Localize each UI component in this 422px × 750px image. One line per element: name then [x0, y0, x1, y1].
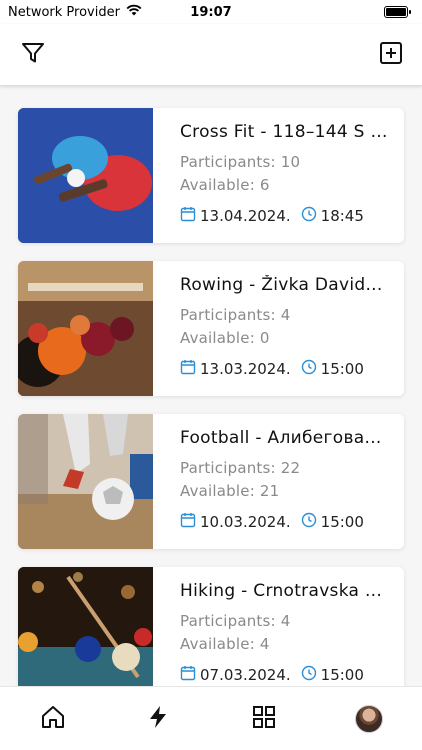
event-card[interactable]: Football - Алибегова... Participants: 22…: [18, 414, 404, 549]
available-count: Available: 4: [180, 635, 270, 653]
grid-icon: [251, 704, 277, 734]
event-date: 07.03.2024.: [200, 666, 291, 684]
event-image-football: [18, 414, 153, 549]
available-count: Available: 6: [180, 176, 270, 194]
carrier-label: Network Provider: [8, 4, 120, 20]
home-icon: [40, 704, 66, 734]
nav-home[interactable]: [31, 697, 75, 741]
event-card[interactable]: Rowing - Živka David... Participants: 4 …: [18, 261, 404, 396]
battery-icon: [384, 6, 411, 18]
participants-count: Participants: 22: [180, 459, 301, 477]
calendar-icon: [180, 665, 200, 685]
add-event-button[interactable]: [376, 40, 406, 70]
nav-profile[interactable]: [347, 697, 391, 741]
add-square-icon: [379, 41, 403, 69]
participants-count: Participants: 4: [180, 306, 291, 324]
event-image-bowling: [18, 261, 153, 396]
available-count: Available: 21: [180, 482, 280, 500]
filter-icon: [20, 40, 46, 70]
participants-count: Participants: 4: [180, 612, 291, 630]
available-count: Available: 0: [180, 329, 270, 347]
bottom-nav: [0, 686, 422, 750]
event-time: 18:45: [320, 207, 364, 225]
event-title: Hiking - Crnotravska ...: [180, 581, 383, 601]
clock-icon: [301, 512, 321, 532]
event-date: 13.03.2024.: [200, 360, 291, 378]
event-image-ping-pong: [18, 108, 153, 243]
event-title: Cross Fit - 118–144 S V...: [180, 122, 392, 142]
avatar: [355, 704, 384, 733]
event-date: 13.04.2024.: [200, 207, 291, 225]
event-title: Football - Алибегова...: [180, 428, 382, 448]
status-bar: Network Provider 19:07: [0, 0, 422, 24]
event-time: 15:00: [320, 360, 364, 378]
event-date: 10.03.2024.: [200, 513, 291, 531]
nav-events[interactable]: [136, 697, 180, 741]
calendar-icon: [180, 206, 200, 226]
event-time: 15:00: [320, 666, 364, 684]
participants-count: Participants: 10: [180, 153, 301, 171]
event-image-pool: [18, 567, 153, 702]
event-card[interactable]: Cross Fit - 118–144 S V... Participants:…: [18, 108, 404, 243]
event-card[interactable]: Hiking - Crnotravska ... Participants: 4…: [18, 567, 404, 702]
event-title: Rowing - Živka David...: [180, 275, 383, 295]
clock-icon: [301, 359, 321, 379]
clock-icon: [301, 665, 321, 685]
bolt-icon: [145, 704, 171, 734]
top-toolbar: [0, 24, 422, 86]
event-list: Cross Fit - 118–144 S V... Participants:…: [18, 108, 404, 720]
calendar-icon: [180, 512, 200, 532]
clock-icon: [301, 206, 321, 226]
calendar-icon: [180, 359, 200, 379]
nav-categories[interactable]: [242, 697, 286, 741]
wifi-icon: [126, 4, 142, 20]
filter-button[interactable]: [18, 40, 48, 70]
event-time: 15:00: [320, 513, 364, 531]
